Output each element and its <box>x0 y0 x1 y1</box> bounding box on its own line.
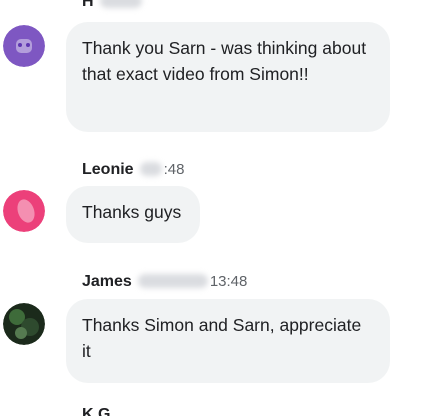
message-bubble[interactable]: Thanks Simon and Sarn, appreciate it <box>66 299 390 383</box>
avatar-image <box>3 190 45 232</box>
avatar[interactable] <box>3 25 45 67</box>
avatar-image <box>3 25 45 67</box>
message-text: Thank you Sarn - was thinking about that… <box>82 38 367 84</box>
message-text: Thanks Simon and Sarn, appreciate it <box>82 315 362 361</box>
avatar-image <box>3 303 45 345</box>
sender-name: K G <box>82 406 111 416</box>
redacted-surname <box>137 274 208 288</box>
message-time: :48 <box>163 161 185 178</box>
avatar[interactable] <box>3 303 45 345</box>
chat-thread: H Thank you Sarn - was thinking about th… <box>0 0 442 416</box>
redacted-surname <box>139 162 162 176</box>
message-bubble[interactable]: Thanks guys <box>66 186 200 243</box>
redacted-surname <box>99 0 142 8</box>
avatar[interactable] <box>3 190 45 232</box>
sender-line: Leonie :48 <box>82 161 184 179</box>
message-text: Thanks guys <box>82 202 182 222</box>
message-time: 13:48 <box>209 273 248 290</box>
sender-name: James <box>82 273 132 290</box>
sender-name: H <box>82 0 94 10</box>
sender-line: James 13:48 <box>82 273 247 291</box>
sender-line: K G <box>82 406 110 416</box>
sender-line: H <box>82 0 142 11</box>
message-bubble[interactable]: Thank you Sarn - was thinking about that… <box>66 22 390 132</box>
sender-name: Leonie <box>82 161 134 178</box>
